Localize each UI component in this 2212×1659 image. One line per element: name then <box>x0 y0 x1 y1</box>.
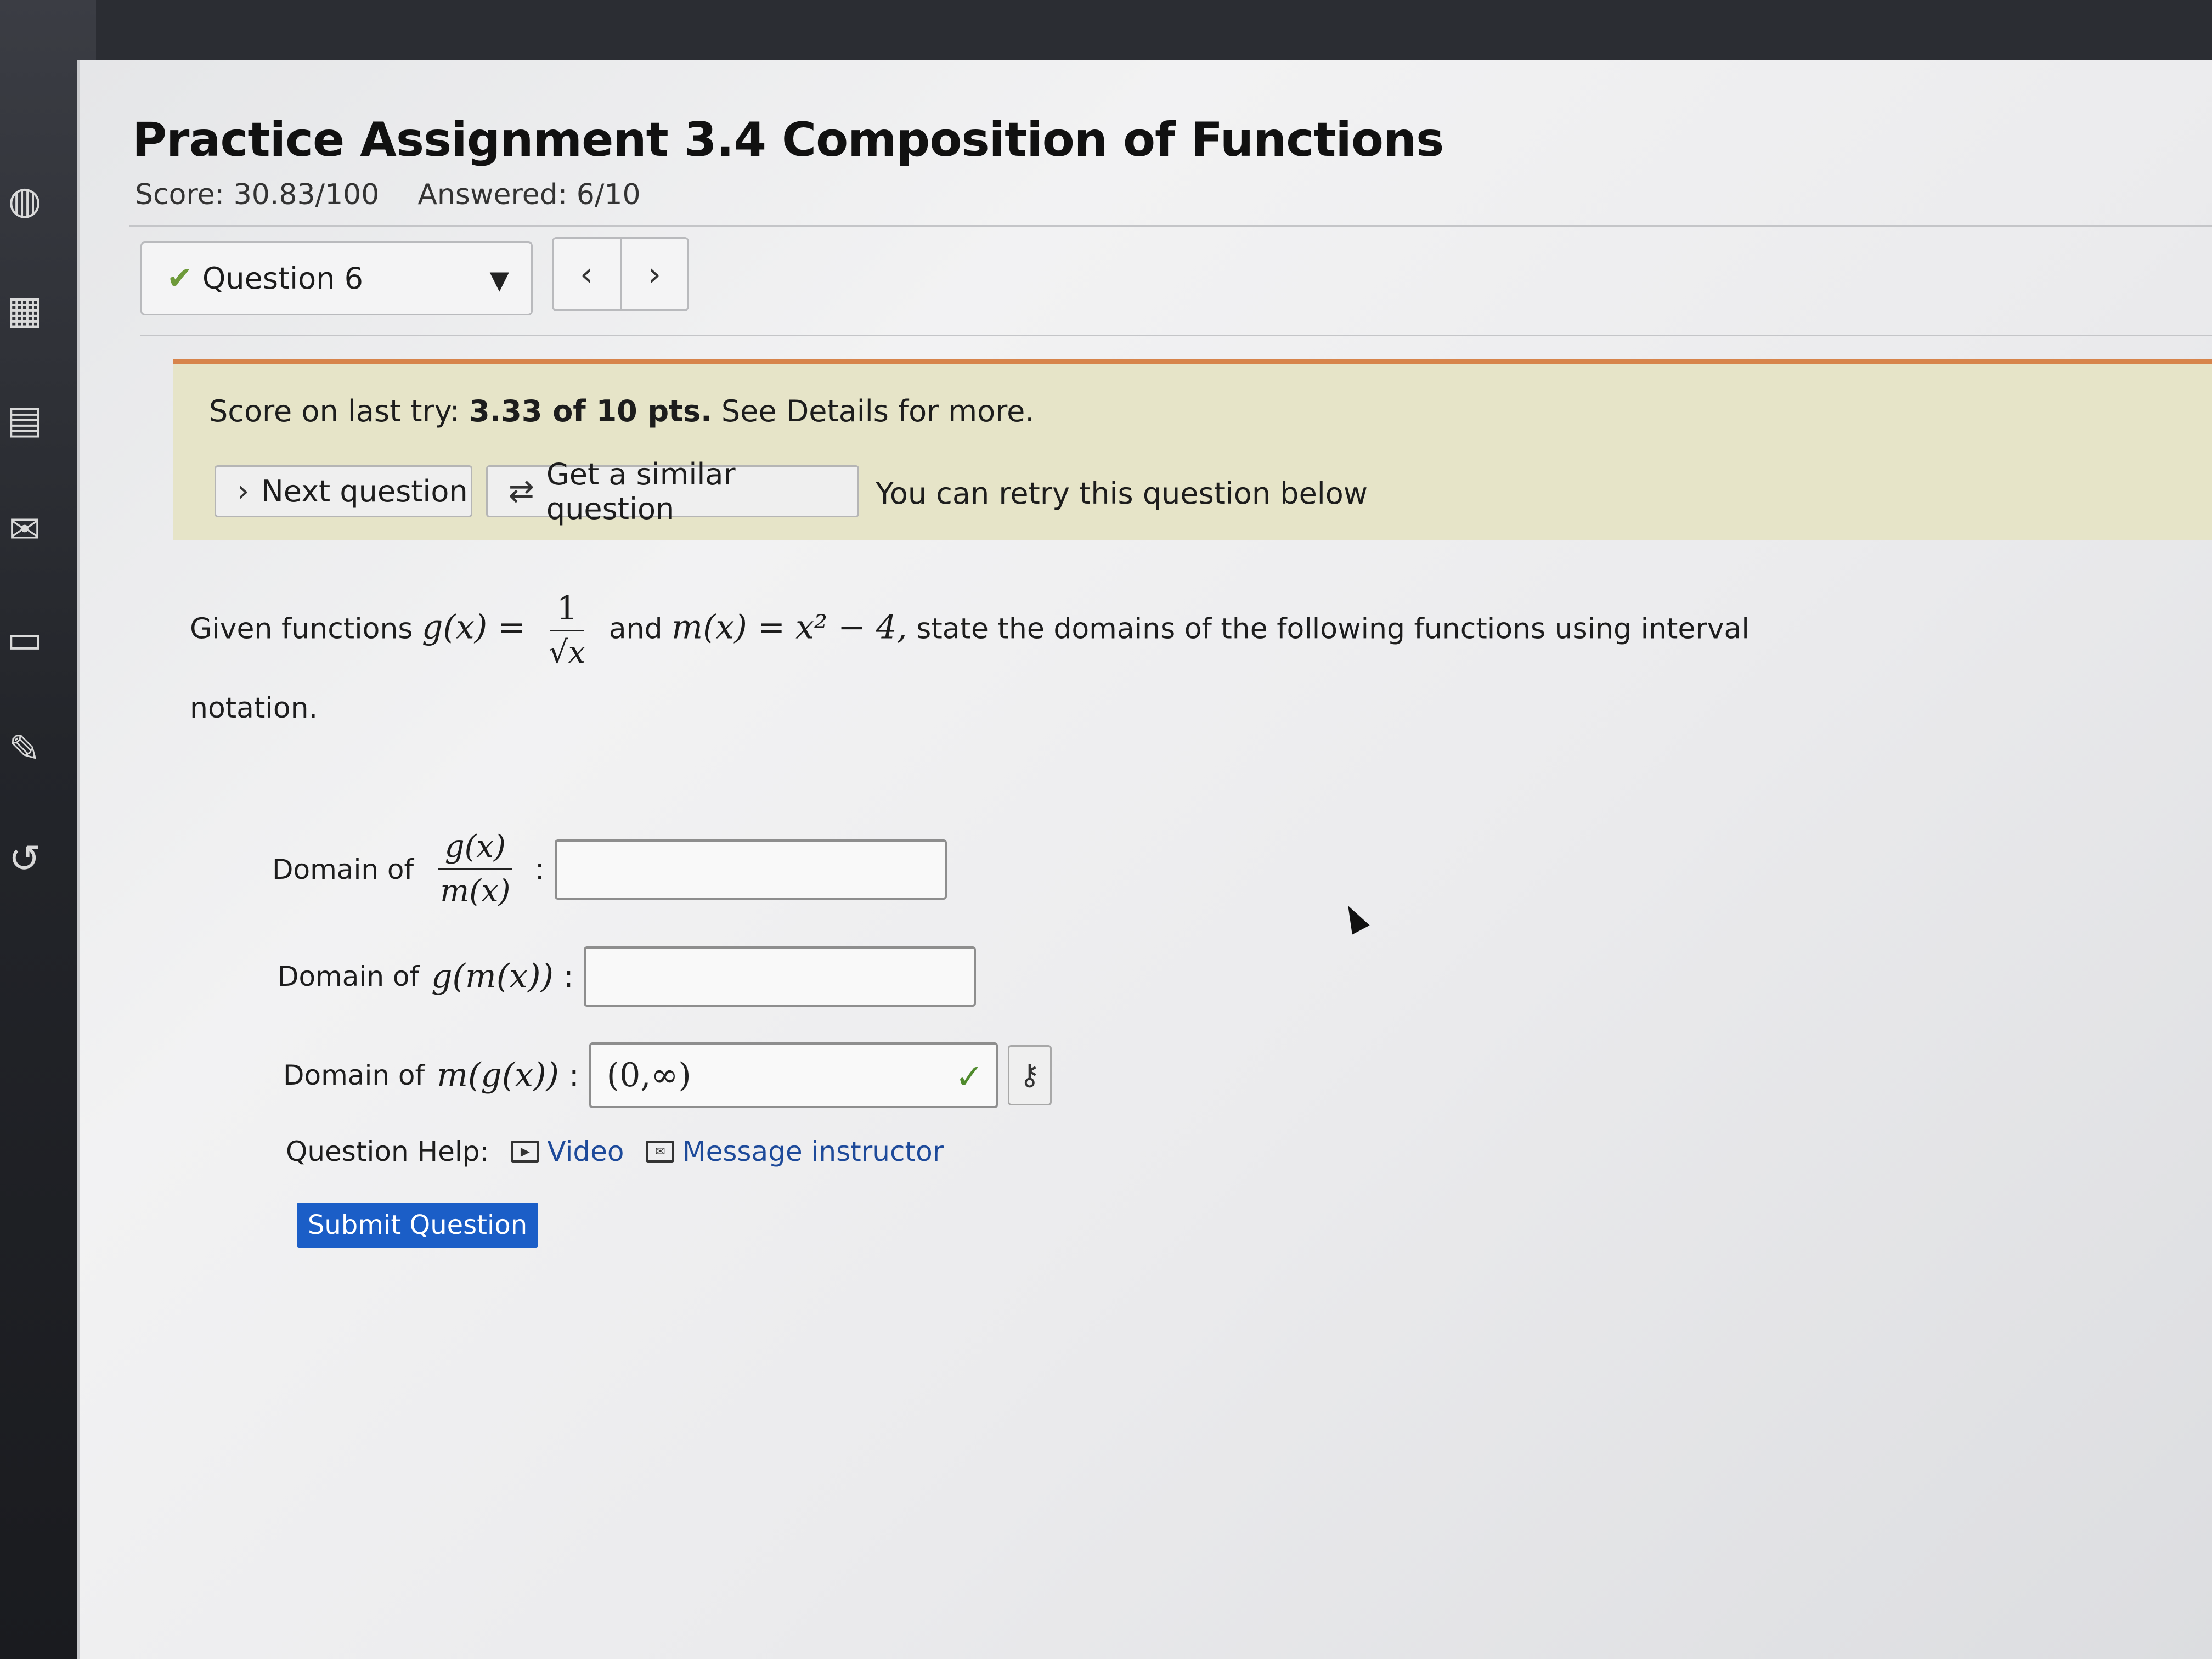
page-title: Practice Assignment 3.4 Composition of F… <box>132 112 1444 167</box>
header-divider <box>129 225 2212 227</box>
globe-icon[interactable]: ◍ <box>0 176 49 225</box>
domain-row-quotient: Domain of g(x) m(x) : <box>272 826 947 913</box>
m-definition: m(x) = x² − 4, <box>672 608 907 647</box>
score-summary: Score: 30.83/100 Answered: 6/10 <box>135 178 641 211</box>
assignment-page: Practice Assignment 3.4 Composition of F… <box>77 60 2212 1659</box>
g-numerator: 1 <box>550 587 584 631</box>
domain-row-m-of-g: Domain of m(g(x)) : (0,∞) ✓ ⚷ <box>283 1042 1052 1108</box>
similar-question-button[interactable]: ⇄ Get a similar question <box>486 457 859 526</box>
edit-icon[interactable]: ✎ <box>0 724 49 774</box>
g-of-m-expression: g(m(x)) <box>431 957 554 996</box>
calendar-icon[interactable]: ▤ <box>0 395 49 444</box>
question-help: Question Help: ▶ Video ✉ Message instructo… <box>286 1136 944 1167</box>
quotient-fraction: g(x) m(x) <box>433 826 517 913</box>
correct-check-icon: ✓ <box>955 1057 984 1097</box>
submit-question-button[interactable]: Submit Question <box>297 1203 538 1248</box>
prompt-notation: notation. <box>190 692 318 725</box>
domain-label: Domain of <box>272 853 414 885</box>
question-prompt: Given functions g(x) = 1 √x and m(x) = x²… <box>190 587 1781 743</box>
score-feedback-banner: Score on last try: 3.33 of 10 pts. See D… <box>173 359 2212 540</box>
repeat-icon: ⇄ <box>509 473 534 509</box>
chevron-right-icon: › <box>647 254 662 294</box>
mouse-cursor-icon <box>1339 901 1370 935</box>
video-label: Video <box>547 1136 624 1167</box>
question-selector[interactable]: ✔ Question 6 ▼ <box>140 241 533 315</box>
domain-row-g-of-m: Domain of g(m(x)) : <box>278 946 976 1007</box>
question-help-label: Question Help: <box>286 1136 489 1167</box>
last-try-score: Score on last try: 3.33 of 10 pts. See D… <box>209 394 1035 428</box>
caret-down-icon: ▼ <box>489 265 509 295</box>
assignment-score: Score: 30.83/100 <box>135 178 380 211</box>
prompt-intro: Given functions <box>190 612 413 646</box>
preview-key-button[interactable]: ⚷ <box>1007 1045 1052 1105</box>
retry-message: You can retry this question below <box>876 476 1368 511</box>
key-icon: ⚷ <box>1019 1059 1040 1092</box>
domain-m-of-g-value: (0,∞) <box>606 1056 691 1094</box>
domain-m-of-g-input[interactable]: (0,∞) ✓ <box>589 1042 998 1108</box>
colon: : <box>563 958 574 995</box>
g-definition-left: g(x) = <box>422 608 526 647</box>
checkmark-icon: ✔ <box>167 261 193 296</box>
next-question-button[interactable]: › Next question <box>215 465 472 517</box>
question-nav-buttons: ‹ › <box>552 237 689 311</box>
last-try-prefix: Score on last try: <box>209 394 470 428</box>
next-question-label: Next question <box>261 474 468 509</box>
message-instructor-link[interactable]: ✉ Message instructor <box>646 1136 944 1167</box>
similar-question-label: Get a similar question <box>546 456 736 526</box>
answered-count: Answered: 6/10 <box>417 178 641 211</box>
colon: : <box>534 851 545 887</box>
domain-quotient-input[interactable] <box>555 839 947 900</box>
quotient-denominator: m(x) <box>440 873 511 909</box>
video-link[interactable]: ▶ Video <box>511 1136 624 1167</box>
g-denominator: √x <box>549 635 586 670</box>
next-question-arrow-button[interactable]: › <box>619 239 688 309</box>
logout-icon[interactable]: ↺ <box>0 834 49 883</box>
previous-question-button[interactable]: ‹ <box>554 239 620 309</box>
question-selector-label: Question 6 <box>202 261 363 296</box>
chevron-left-icon: ‹ <box>579 254 594 294</box>
last-try-points: 3.33 of 10 pts. <box>469 394 712 428</box>
g-fraction: 1 √x <box>542 587 592 674</box>
m-of-g-expression: m(g(x)) <box>437 1056 559 1094</box>
last-try-suffix: See Details for more. <box>712 394 1035 428</box>
document-icon[interactable]: ▭ <box>0 614 49 664</box>
mail-icon[interactable]: ✉ <box>0 505 49 554</box>
domain-label: Domain of <box>278 961 420 992</box>
domain-g-of-m-input[interactable] <box>583 946 976 1007</box>
video-icon: ▶ <box>511 1141 540 1163</box>
envelope-icon: ✉ <box>646 1141 675 1163</box>
chevron-right-icon: › <box>237 473 250 509</box>
domain-label: Domain of <box>283 1059 425 1091</box>
prompt-rest: state the domains of the following funct… <box>916 612 1750 646</box>
section-divider <box>140 335 2212 336</box>
colon: : <box>568 1057 579 1093</box>
message-instructor-label: Message instructor <box>682 1136 944 1167</box>
quotient-numerator: g(x) <box>438 826 512 870</box>
prompt-and: and <box>608 612 663 646</box>
grades-icon[interactable]: ▦ <box>0 285 49 335</box>
